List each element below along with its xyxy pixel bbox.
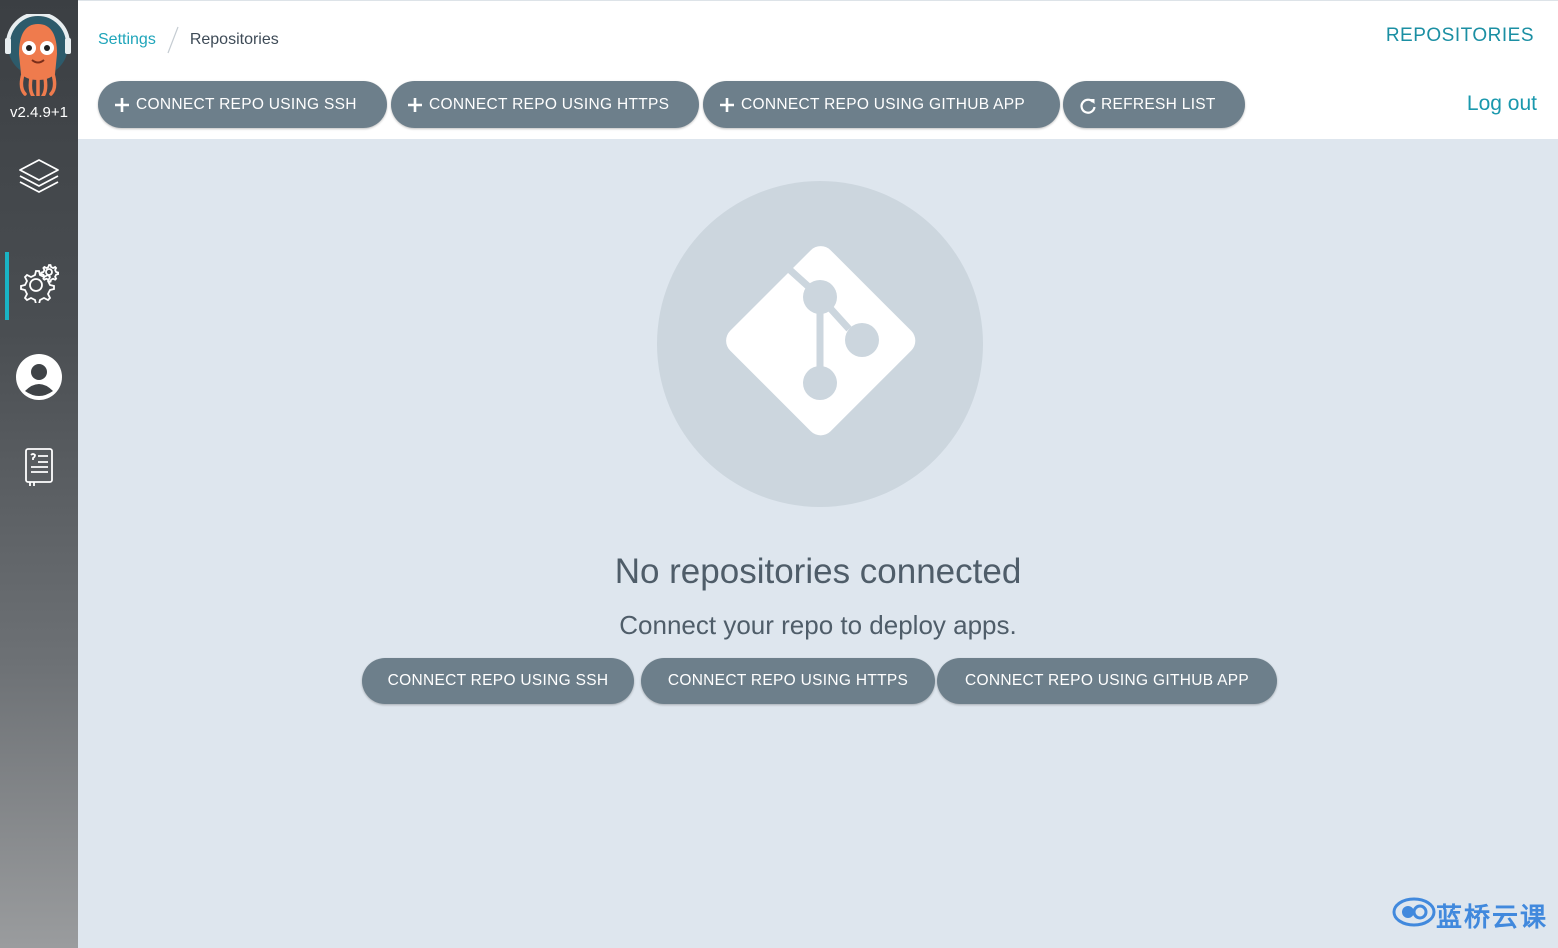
argo-logo[interactable] <box>5 12 71 98</box>
git-icon <box>657 246 983 511</box>
connect-https-label: CONNECT REPO USING HTTPS <box>429 95 670 113</box>
watermark-logo-icon <box>1392 897 1436 934</box>
sidebar-item-user-info[interactable] <box>0 347 78 411</box>
breadcrumb-settings-link[interactable]: Settings <box>98 31 156 49</box>
connect-ssh-button[interactable]: CONNECT REPO USING SSH <box>98 81 387 128</box>
connect-github-app-label: CONNECT REPO USING GITHUB APP <box>741 95 1026 113</box>
connect-https-button[interactable]: CONNECT REPO USING HTTPS <box>391 81 699 128</box>
plus-icon <box>719 97 735 113</box>
connect-ssh-label: CONNECT REPO USING SSH <box>136 95 357 113</box>
watermark: 蓝桥云课 <box>1392 897 1548 934</box>
refresh-list-label: REFRESH LIST <box>1101 95 1216 113</box>
plus-icon <box>114 97 130 113</box>
sidebar: v2.4.9+1 <box>0 0 78 948</box>
sidebar-item-applications[interactable] <box>0 148 78 212</box>
empty-connect-https-button[interactable]: CONNECT REPO USING HTTPS <box>641 658 935 704</box>
logout-link[interactable]: Log out <box>1467 92 1537 116</box>
layers-icon <box>17 156 61 205</box>
breadcrumb-separator <box>167 26 179 54</box>
empty-state-title: No repositories connected <box>614 552 1022 591</box>
top-bar: Settings Repositories REPOSITORIES <box>78 0 1558 72</box>
app-version: v2.4.9+1 <box>10 104 68 121</box>
breadcrumb: Settings Repositories <box>98 25 279 55</box>
sidebar-item-settings[interactable] <box>0 252 78 320</box>
watermark-text: 蓝桥云课 <box>1435 902 1548 932</box>
toolbar: CONNECT REPO USING SSH CONNECT REPO USIN… <box>78 71 1558 139</box>
docs-icon <box>22 446 56 493</box>
refresh-icon <box>1079 97 1096 114</box>
page-title: REPOSITORIES <box>1385 25 1534 46</box>
user-icon <box>15 353 63 406</box>
empty-state-illustration <box>657 181 983 507</box>
refresh-list-button[interactable]: REFRESH LIST <box>1063 81 1245 128</box>
main-content: No repositories connected Connect your r… <box>78 139 1558 948</box>
plus-icon <box>407 97 423 113</box>
empty-connect-ssh-button[interactable]: CONNECT REPO USING SSH <box>362 658 634 704</box>
connect-github-app-button[interactable]: CONNECT REPO USING GITHUB APP <box>703 81 1060 128</box>
sidebar-item-docs[interactable] <box>0 437 78 501</box>
empty-state-subtitle: Connect your repo to deploy apps. <box>619 610 1017 640</box>
gear-icon <box>18 261 60 308</box>
breadcrumb-current: Repositories <box>189 31 279 48</box>
empty-connect-github-app-button[interactable]: CONNECT REPO USING GITHUB APP <box>937 658 1277 704</box>
